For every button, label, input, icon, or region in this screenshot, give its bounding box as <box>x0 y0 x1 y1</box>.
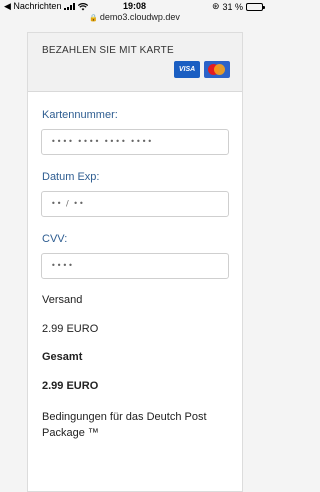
expiry-label: Datum Exp: <box>42 171 100 183</box>
payment-title: BEZAHLEN SIE MIT KARTE <box>42 45 174 56</box>
payment-card-header: BEZAHLEN SIE MIT KARTE VISA <box>28 33 242 92</box>
cvv-input[interactable]: •••• <box>41 253 229 279</box>
payment-card: BEZAHLEN SIE MIT KARTE VISA Kartennummer… <box>27 32 243 492</box>
shipping-value: 2.99 EURO <box>42 323 99 335</box>
battery-percent: 31 % <box>222 1 243 12</box>
mastercard-logo-icon <box>204 61 230 78</box>
battery-icon <box>246 2 265 11</box>
lock-icon: 🔒 <box>89 15 98 22</box>
url-bar[interactable]: 🔒 demo3.cloudwp.dev <box>0 12 269 25</box>
status-right: ⊛ 31 % <box>211 1 265 12</box>
visa-logo-icon: VISA <box>174 61 200 78</box>
total-value: 2.99 EURO <box>42 380 99 392</box>
expiry-input[interactable]: •• / •• <box>41 191 229 217</box>
status-bar: ◀ Nachrichten 19:08 ⊛ 31 % <box>0 0 269 12</box>
total-label: Gesamt <box>42 351 83 363</box>
card-number-label: Kartennummer: <box>42 109 118 121</box>
terms-text: Bedingungen für das Deutch Post Package … <box>42 411 207 439</box>
url-text: demo3.cloudwp.dev <box>99 12 180 22</box>
cvv-label: CVV: <box>42 233 68 245</box>
card-number-input[interactable]: •••• •••• •••• •••• <box>41 129 229 155</box>
orientation-lock-icon: ⊛ <box>211 1 220 11</box>
shipping-label: Versand <box>42 294 83 306</box>
